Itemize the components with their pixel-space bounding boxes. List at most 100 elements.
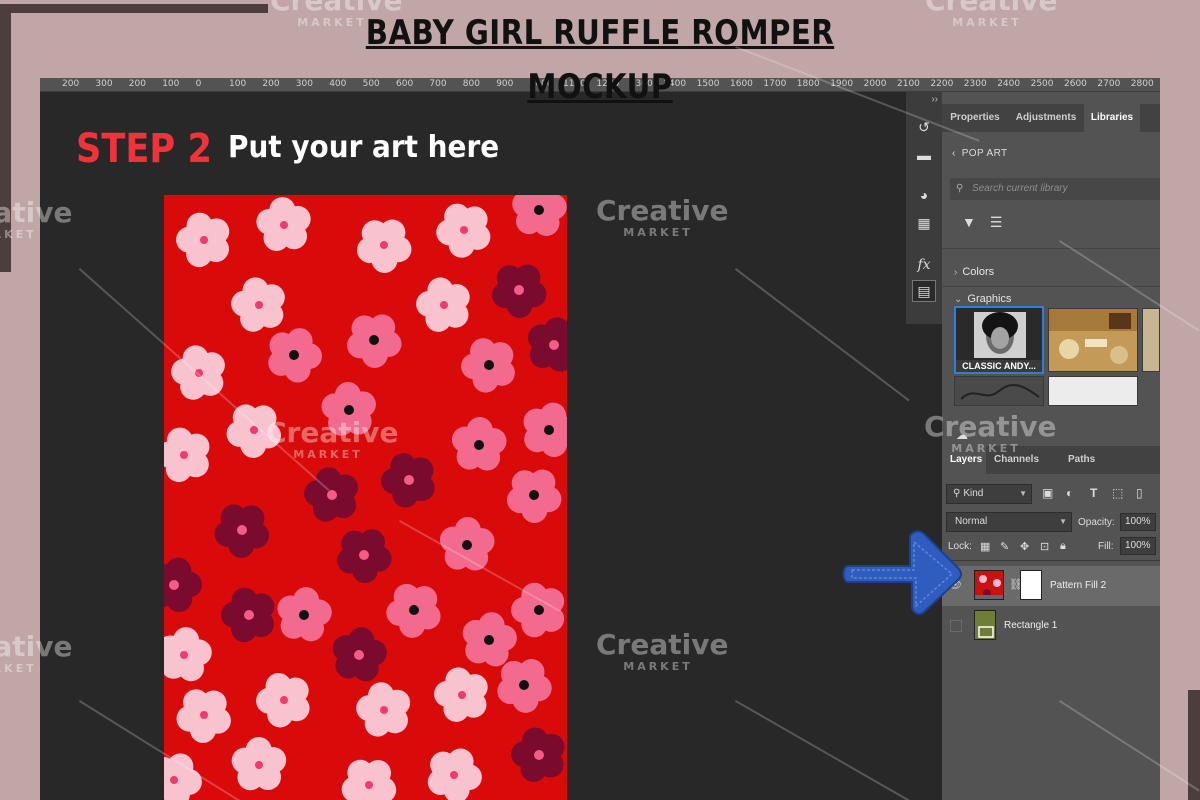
chevron-down-icon: ▼ xyxy=(1019,489,1027,498)
tab-layers[interactable]: Layers xyxy=(942,446,986,474)
ruler-tick-label: 100 xyxy=(229,79,247,89)
tab-channels[interactable]: Channels xyxy=(994,446,1056,474)
flower-center xyxy=(327,490,337,500)
flower-center xyxy=(299,610,309,620)
flower-center xyxy=(460,226,468,234)
lock-artboard-icon[interactable]: ⊡ xyxy=(1040,540,1049,553)
food-image xyxy=(1049,309,1137,371)
collapse-icon[interactable]: ›› xyxy=(906,94,942,105)
comment-icon[interactable]: ▬ xyxy=(912,144,936,166)
corner-frame-left xyxy=(0,4,11,272)
tab-paths[interactable]: Paths xyxy=(1068,446,1108,474)
flower-center xyxy=(170,776,178,784)
flower-center xyxy=(365,781,373,789)
lock-brush-icon[interactable]: ✎ xyxy=(1000,540,1009,553)
flower-center xyxy=(380,241,388,249)
flower-center xyxy=(380,706,388,714)
flower-center xyxy=(237,525,247,535)
flower-center xyxy=(255,301,263,309)
section-graphics[interactable]: ⌄ Graphics xyxy=(954,293,1011,305)
opacity-input[interactable]: 100% xyxy=(1120,513,1156,531)
hidden-eye-icon[interactable] xyxy=(950,620,962,632)
smart-object-filter-icon[interactable]: ▯ xyxy=(1136,486,1143,500)
opacity-label: Opacity: xyxy=(1078,517,1115,528)
graphic-thumbnail-partial[interactable] xyxy=(1142,308,1160,372)
rectangle-thumb-image xyxy=(975,611,995,639)
flower-center xyxy=(409,605,419,615)
flower-center xyxy=(549,340,559,350)
right-panel: Properties Adjustments Libraries ‹ POP AR… xyxy=(942,92,1160,800)
flower-center xyxy=(359,550,369,560)
flower-center xyxy=(440,301,448,309)
ruler-tick-label: 100 xyxy=(162,79,180,89)
sort-icon[interactable]: ☰ xyxy=(990,214,1003,230)
graphic-thumbnail-food[interactable] xyxy=(1048,308,1138,372)
tab-adjustments[interactable]: Adjustments xyxy=(1008,104,1084,132)
fx-icon[interactable]: fx xyxy=(912,254,936,276)
library-back-link[interactable]: ‹ POP ART xyxy=(952,148,1008,159)
creative-market-watermark: CreativeMARKET xyxy=(925,0,1057,29)
fill-input[interactable]: 100% xyxy=(1120,537,1156,555)
ruler-tick-label: 2300 xyxy=(963,79,987,89)
flower-center xyxy=(529,490,539,500)
layer-filter-select[interactable]: ⚲ Kind ▼ xyxy=(946,484,1032,504)
history-icon[interactable]: ↺ xyxy=(912,116,936,138)
flower-center xyxy=(280,221,288,229)
artwork-canvas[interactable] xyxy=(164,195,567,800)
search-icon: ⚲ xyxy=(953,488,961,499)
ruler-tick-label: 200 xyxy=(262,79,280,89)
pattern-layer-thumbnail xyxy=(974,570,1004,600)
flower-center xyxy=(484,635,494,645)
tab-libraries[interactable]: Libraries xyxy=(1084,104,1140,132)
adjustment-filter-icon[interactable]: ◐ xyxy=(1066,486,1073,500)
corner-frame-top xyxy=(0,4,268,13)
flower-center xyxy=(474,440,484,450)
flower-center xyxy=(180,651,188,659)
flower-center xyxy=(180,451,188,459)
flower-center xyxy=(200,711,208,719)
flower-center xyxy=(344,405,354,415)
flower-center xyxy=(280,696,288,704)
libraries-icon[interactable]: ▤ xyxy=(912,280,936,302)
section-colors[interactable]: › Colors xyxy=(954,266,994,278)
section-graphics-label: Graphics xyxy=(967,293,1012,305)
layer-row-rectangle[interactable]: Rectangle 1 xyxy=(942,606,1160,646)
cloud-icon[interactable]: ☁ xyxy=(956,428,968,442)
flower-center xyxy=(404,475,414,485)
graphic-thumbnail-white[interactable] xyxy=(1048,376,1138,406)
ruler-tick-label: 2600 xyxy=(1064,79,1087,89)
ruler-tick-label: 200 xyxy=(128,79,146,89)
ruler-tick-label: 2800 xyxy=(1130,79,1154,89)
layer-name-pattern-fill: Pattern Fill 2 xyxy=(1050,580,1107,591)
chevron-down-icon: ▼ xyxy=(1059,517,1067,526)
flower-center xyxy=(458,691,466,699)
palette-icon[interactable]: ◕ xyxy=(912,184,936,206)
flower-center xyxy=(514,285,524,295)
pixel-filter-icon[interactable]: ▣ xyxy=(1042,486,1053,500)
chevron-right-icon: › xyxy=(954,267,958,278)
chevron-left-icon: ‹ xyxy=(952,148,956,159)
flower-center xyxy=(200,236,208,244)
grid-icon[interactable]: ▦ xyxy=(912,212,936,234)
graphic-thumbnail-sketch[interactable] xyxy=(954,376,1044,406)
panel-icon-strip: ›› ↺ ▬ ◕ ▦ fx ▤ xyxy=(906,92,942,324)
shape-filter-icon[interactable]: ⬚ xyxy=(1112,486,1123,500)
filter-icon[interactable]: ▼ xyxy=(962,214,976,230)
lock-move-icon[interactable]: ✥ xyxy=(1020,540,1029,553)
page-title-line-2: MOCKUP xyxy=(527,67,673,107)
step-label: STEP 2 xyxy=(76,126,212,172)
graphic-thumbnail-portrait[interactable]: CLASSIC ANDY... xyxy=(954,306,1044,374)
library-search-placeholder: Search current library xyxy=(972,183,1068,194)
library-search-input[interactable]: ⚲ Search current library xyxy=(950,178,1160,200)
flower-pattern xyxy=(164,195,567,800)
lock-all-icon[interactable]: 🔒︎ xyxy=(1060,540,1066,553)
layer-mask-thumbnail[interactable] xyxy=(1020,570,1042,600)
flower-center xyxy=(289,350,299,360)
tab-properties[interactable]: Properties xyxy=(942,104,1008,132)
flower-center xyxy=(169,580,179,590)
flower-center xyxy=(255,761,263,769)
layer-row-pattern-fill[interactable]: 👁︎ ⛓︎ Pattern Fill 2 xyxy=(942,566,1160,606)
lock-transparent-icon[interactable]: ▦ xyxy=(980,540,990,553)
watermark-sub: MARKET xyxy=(952,16,1022,29)
type-filter-icon[interactable]: T xyxy=(1090,486,1097,500)
